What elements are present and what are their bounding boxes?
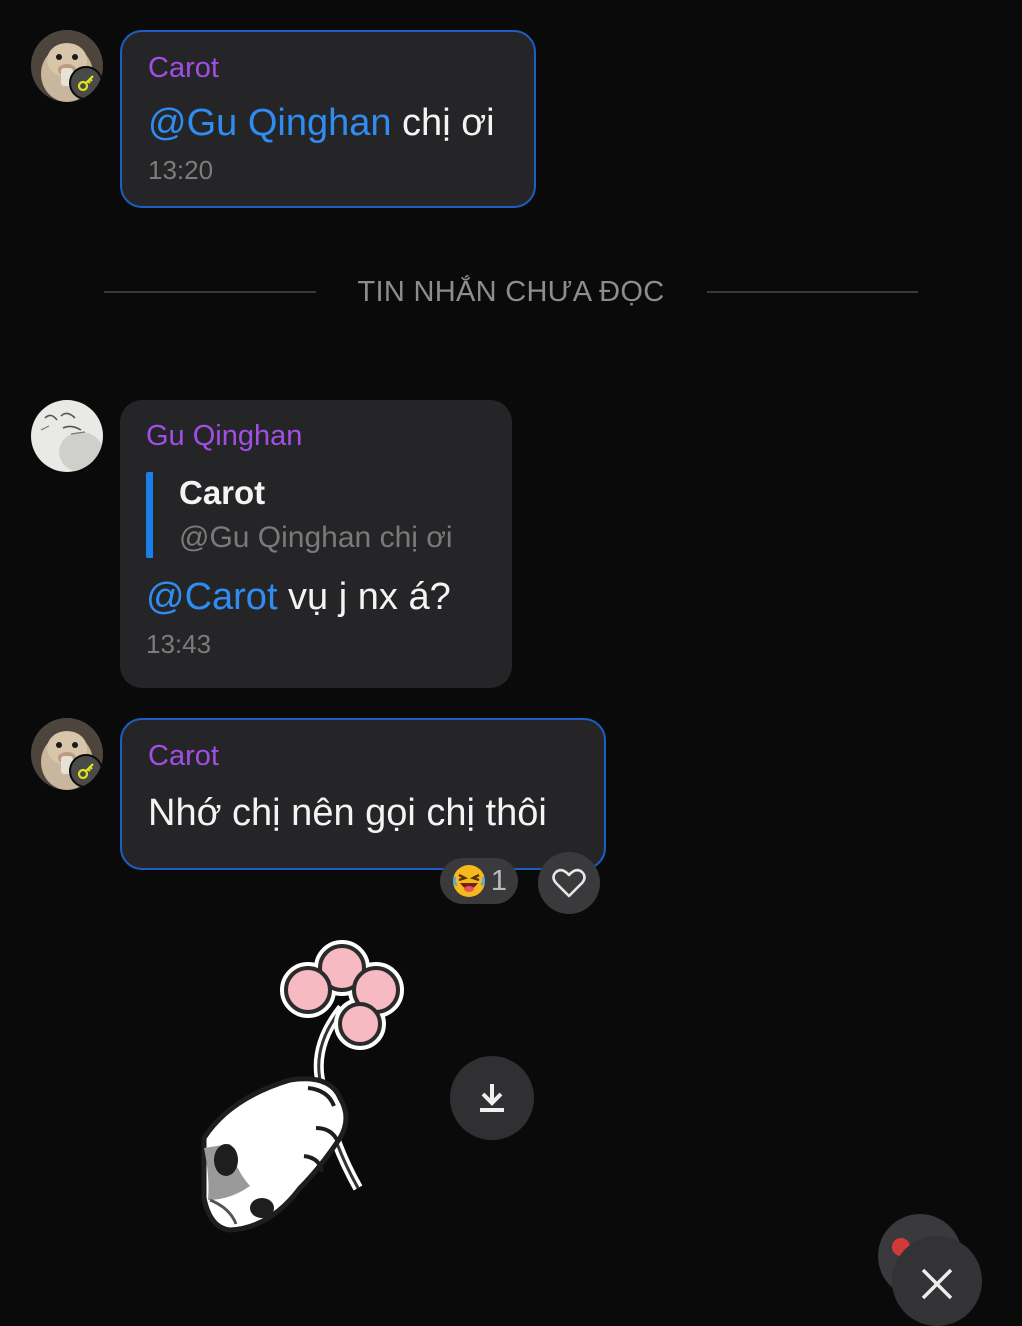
mention-link[interactable]: @Gu Qinghan [148, 102, 392, 144]
gu-qinghan-avatar-image [31, 400, 103, 472]
avatar-gu-qinghan[interactable] [31, 400, 103, 472]
key-badge-icon [69, 754, 103, 788]
message-body: chị ơi [391, 102, 495, 144]
close-floating-button[interactable] [892, 1236, 982, 1326]
message-bubble[interactable]: Carot Nhớ chị nên gọi chị thôi [120, 718, 606, 870]
heart-outline-icon [552, 868, 586, 898]
sender-name[interactable]: Gu Qinghan [146, 418, 486, 454]
message-bubble[interactable]: Carot @Gu Qinghan chị ơi 13:20 [120, 30, 536, 208]
sticker-image[interactable] [190, 938, 420, 1243]
close-icon [921, 1268, 953, 1300]
key-badge-icon [69, 66, 103, 100]
download-icon [480, 1084, 504, 1112]
avatar-carot[interactable] [31, 30, 103, 102]
unread-divider-label: TIN NHẮN CHƯA ĐỌC [357, 275, 665, 308]
download-button[interactable] [450, 1056, 534, 1140]
laughing-emoji-icon [452, 865, 485, 897]
quoted-sender: Carot [179, 474, 266, 511]
message-bubble[interactable]: Gu Qinghan Carot @Gu Qinghan chị ơi @Car… [120, 400, 512, 688]
quoted-reply[interactable]: Carot @Gu Qinghan chị ơi [146, 472, 486, 558]
message-time: 13:20 [148, 155, 214, 185]
divider-line-left [104, 291, 316, 293]
sender-name[interactable]: Carot [148, 738, 578, 774]
message-text: @Carot vụ j nx á? [146, 572, 486, 622]
quoted-text: @Gu Qinghan chị ơi [179, 521, 453, 554]
message-time: 13:43 [146, 629, 212, 659]
divider-line-right [706, 291, 918, 293]
hand-holding-flower-sticker [201, 940, 404, 1233]
message-body: vụ j nx á? [277, 576, 451, 618]
message-text: Nhớ chị nên gọi chị thôi [148, 792, 547, 834]
sender-name[interactable]: Carot [148, 50, 508, 86]
react-heart-button[interactable] [538, 852, 600, 914]
mention-link[interactable]: @Carot [146, 576, 278, 618]
avatar-carot[interactable] [31, 718, 103, 790]
message-text: @Gu Qinghan chị ơi [148, 98, 508, 148]
reaction-chip[interactable]: 1 [440, 858, 518, 904]
unread-divider: TIN NHẮN CHƯA ĐỌC [104, 270, 918, 314]
reaction-count: 1 [490, 864, 508, 897]
